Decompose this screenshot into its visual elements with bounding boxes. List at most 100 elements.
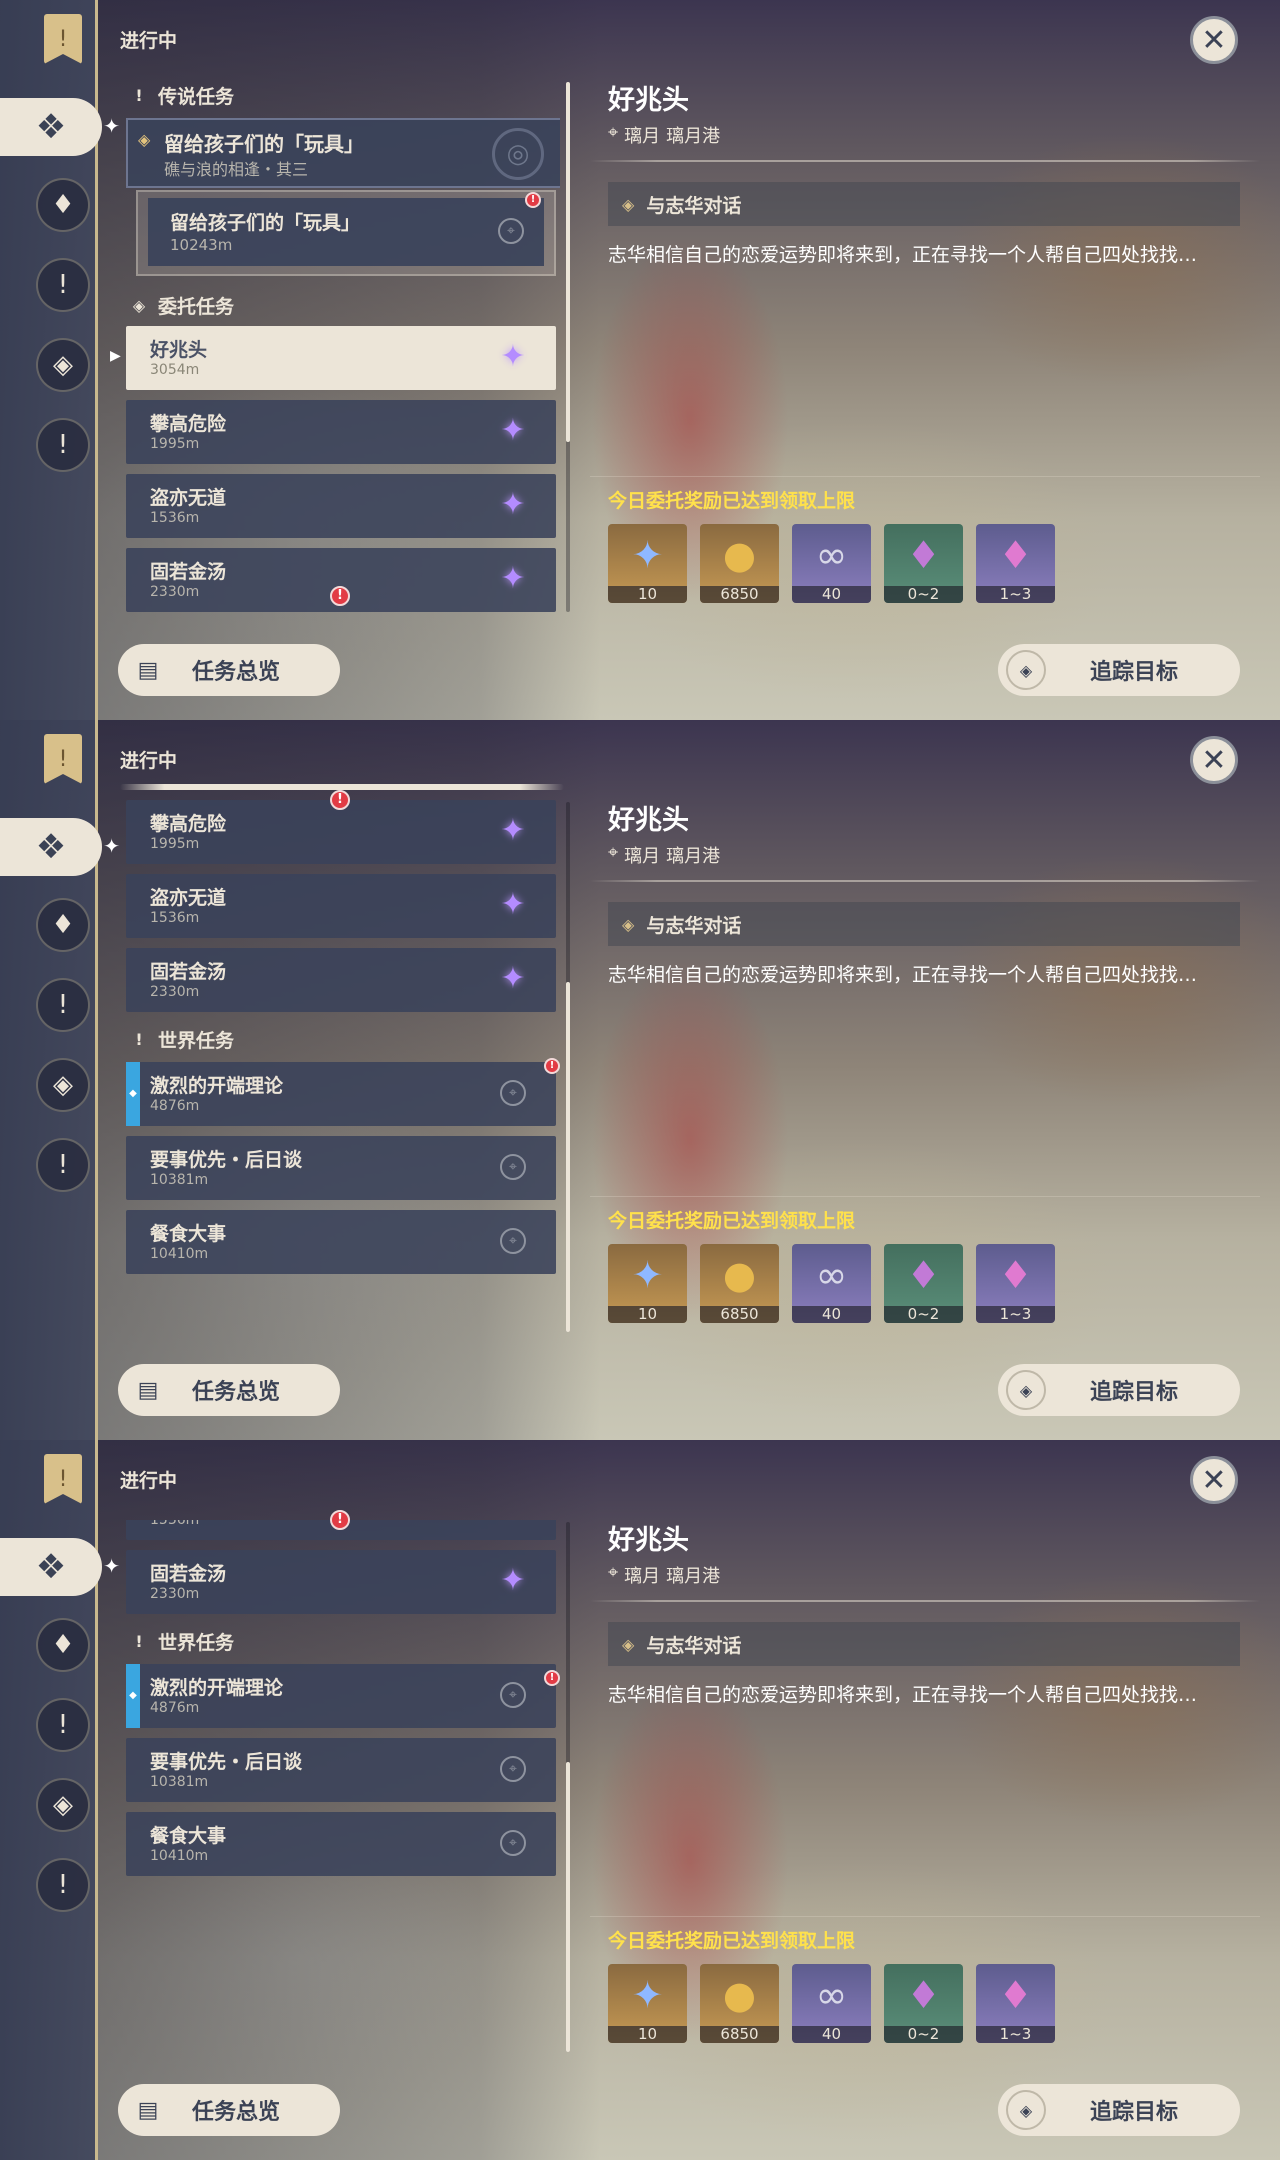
step-inner: 留给孩子们的「玩具」 10243m ⌖ bbox=[148, 198, 544, 266]
list-scrollbar[interactable] bbox=[566, 1522, 570, 2052]
world-quest-diamond-icon[interactable]: ◈ bbox=[36, 1058, 90, 1112]
reward-item[interactable]: ∞ 40 bbox=[792, 524, 871, 603]
world-quest-row[interactable]: 餐食大事 10410m ⌖ bbox=[126, 1210, 556, 1274]
world-quest-row[interactable]: 要事优先・后日谈 10381m ⌖ bbox=[126, 1738, 556, 1802]
map-pin-icon[interactable]: ⌖ bbox=[500, 1228, 526, 1254]
sparkle-icon: ✦ bbox=[103, 1554, 120, 1578]
quest-list[interactable]: ! 传说任务 ◈ 留给孩子们的「玩具」 礁与浪的相逢・其三 ◎ 留给孩子们的「玩具… bbox=[120, 80, 560, 615]
reward-count: 40 bbox=[792, 586, 871, 603]
quest-book-icon[interactable]: ! bbox=[44, 1454, 82, 1504]
quest-book-icon[interactable]: ! bbox=[44, 734, 82, 784]
world-quest-row-tracked[interactable]: ◆ 激烈的开端理论 4876m ⌖ bbox=[126, 1062, 556, 1126]
quest-location: ⌖ 璃月 璃月港 bbox=[608, 122, 720, 148]
close-button[interactable]: ✕ bbox=[1190, 1456, 1238, 1504]
list-scrollbar[interactable] bbox=[566, 82, 570, 612]
map-pin-icon[interactable]: ⌖ bbox=[500, 1080, 526, 1106]
sidebar: ! ❖ ✦ ♦ ! ◈ ! bbox=[0, 720, 120, 1440]
quest-overview-button[interactable]: ▤ 任务总览 bbox=[118, 644, 340, 696]
map-pin-icon[interactable]: ⌖ bbox=[498, 218, 524, 244]
quest-title: 要事优先・后日谈 bbox=[150, 1149, 303, 1171]
world-quest-icon[interactable]: ! bbox=[36, 418, 90, 472]
button-label: 追踪目标 bbox=[1090, 660, 1179, 685]
reward-item[interactable]: ∞ 40 bbox=[792, 1964, 871, 2043]
commission-row[interactable]: 盗亦无道 1536m ✦ bbox=[126, 474, 556, 538]
map-pin-icon[interactable]: ⌖ bbox=[500, 1756, 526, 1782]
commission-row[interactable]: 固若金汤 2330m ✦ bbox=[126, 1550, 556, 1614]
commission-quest-icon[interactable]: ❖ ✦ bbox=[0, 1538, 120, 1596]
world-quest-icon[interactable]: ! bbox=[36, 1138, 90, 1192]
world-quest-icon[interactable]: ! bbox=[36, 1858, 90, 1912]
scroll-thumb[interactable] bbox=[566, 82, 570, 442]
reward-item[interactable]: ♦ 1~3 bbox=[976, 1964, 1055, 2043]
commission-row[interactable]: 盗亦无道 1536m ✦ bbox=[126, 874, 556, 938]
reward-item[interactable]: ♦ 0~2 bbox=[884, 1244, 963, 1323]
track-target-button[interactable]: ◈ 追踪目标 bbox=[998, 2084, 1240, 2136]
reward-item[interactable]: ✦ 10 bbox=[608, 1964, 687, 2043]
commission-row[interactable]: 固若金汤 2330m ✦ bbox=[126, 948, 556, 1012]
quest-title: 餐食大事 bbox=[150, 1223, 227, 1245]
location-area: 璃月港 bbox=[666, 846, 721, 867]
reward-item[interactable]: ♦ 1~3 bbox=[976, 1244, 1055, 1323]
scroll-thumb[interactable] bbox=[566, 982, 570, 1332]
world-quest-row[interactable]: 要事优先・后日谈 10381m ⌖ bbox=[126, 1136, 556, 1200]
status-subtitle: 进行中 bbox=[120, 750, 178, 772]
quest-book-icon[interactable]: ! bbox=[44, 14, 82, 64]
legend-quest-row[interactable]: ◈ 留给孩子们的「玩具」 礁与浪的相逢・其三 ◎ bbox=[126, 118, 560, 188]
scroll-top-indicator bbox=[120, 784, 564, 790]
scroll-thumb[interactable] bbox=[566, 1762, 570, 2052]
quest-panel-2: ! ❖ ✦ ♦ ! ◈ ! 进行中 ✕ 攀高危险 1995m ✦ 盗亦无道 153… bbox=[0, 720, 1280, 1440]
reward-item[interactable]: ∞ 40 bbox=[792, 1244, 871, 1323]
track-target-button[interactable]: ◈ 追踪目标 bbox=[998, 1364, 1240, 1416]
quest-list[interactable]: 攀高危险 1995m ✦ 盗亦无道 1536m ✦ 固若金汤 2330m ✦ !… bbox=[120, 800, 560, 1335]
story-quest-icon[interactable]: ! bbox=[36, 1698, 90, 1752]
commission-gem-icon: ✦ bbox=[496, 1520, 530, 1524]
archon-quest-icon[interactable]: ♦ bbox=[36, 898, 90, 952]
quest-distance: 3054m bbox=[150, 362, 200, 378]
quest-title: 固若金汤 bbox=[150, 961, 227, 983]
reward-item[interactable]: ● 6850 bbox=[700, 1964, 779, 2043]
section-legend: ! 传说任务 bbox=[130, 80, 234, 110]
world-quest-diamond-icon[interactable]: ◈ bbox=[36, 338, 90, 392]
archon-quest-icon[interactable]: ♦ bbox=[36, 178, 90, 232]
commission-quest-icon[interactable]: ❖ ✦ bbox=[0, 818, 120, 876]
objective-diamond-icon: ◈ bbox=[622, 914, 635, 934]
location-region: 璃月 bbox=[624, 846, 661, 867]
reward-item[interactable]: ♦ 0~2 bbox=[884, 524, 963, 603]
quest-list[interactable]: 盗亦无道 1536m ✦ 固若金汤 2330m ✦ !世界任务 ◆ 激烈的开端理… bbox=[120, 1520, 560, 2055]
quest-overview-button[interactable]: ▤ 任务总览 bbox=[118, 2084, 340, 2136]
commission-quest-icon[interactable]: ❖ ✦ bbox=[0, 98, 120, 156]
world-quest-row-tracked[interactable]: ◆ 激烈的开端理论 4876m ⌖ bbox=[126, 1664, 556, 1728]
track-target-button[interactable]: ◈ 追踪目标 bbox=[998, 644, 1240, 696]
reward-count: 0~2 bbox=[884, 586, 963, 603]
reward-item[interactable]: ✦ 10 bbox=[608, 1244, 687, 1323]
quest-detail-title: 好兆头 bbox=[608, 85, 689, 116]
list-scrollbar[interactable] bbox=[566, 802, 570, 1332]
map-pin-icon[interactable]: ⌖ bbox=[500, 1154, 526, 1180]
reward-item[interactable]: ♦ 1~3 bbox=[976, 524, 1055, 603]
legend-step-row[interactable]: 留给孩子们的「玩具」 10243m ⌖ bbox=[136, 190, 556, 276]
commission-row[interactable]: 攀高危险 1995m ✦ bbox=[126, 400, 556, 464]
story-quest-icon[interactable]: ! bbox=[36, 258, 90, 312]
objective-text: 与志华对话 bbox=[646, 1634, 742, 1657]
quest-title: 盗亦无道 bbox=[150, 887, 227, 909]
quest-panel-3: ! ❖✦ ♦ ! ◈ ! 进行中 ✕ 盗亦无道 1536m ✦ 固若金汤 233… bbox=[0, 1440, 1280, 2160]
reward-item[interactable]: ♦ 0~2 bbox=[884, 1964, 963, 2043]
section-commission: ◈ 委托任务 bbox=[130, 290, 234, 320]
close-button[interactable]: ✕ bbox=[1190, 736, 1238, 784]
reward-item[interactable]: ✦ 10 bbox=[608, 524, 687, 603]
reward-item[interactable]: ● 6850 bbox=[700, 524, 779, 603]
archon-quest-icon[interactable]: ♦ bbox=[36, 1618, 90, 1672]
close-button[interactable]: ✕ bbox=[1190, 16, 1238, 64]
quest-title: 固若金汤 bbox=[150, 561, 227, 583]
commission-row-selected[interactable]: 好兆头 3054m ✦ bbox=[126, 326, 556, 390]
map-pin-icon[interactable]: ⌖ bbox=[500, 1830, 526, 1856]
quest-distance: 10410m bbox=[150, 1848, 209, 1864]
world-quest-row[interactable]: 餐食大事 10410m ⌖ bbox=[126, 1812, 556, 1876]
world-quest-diamond-icon[interactable]: ◈ bbox=[36, 1778, 90, 1832]
reward-count: 6850 bbox=[700, 586, 779, 603]
button-label: 追踪目标 bbox=[1090, 1380, 1179, 1405]
quest-overview-button[interactable]: ▤ 任务总览 bbox=[118, 1364, 340, 1416]
story-quest-icon[interactable]: ! bbox=[36, 978, 90, 1032]
map-pin-icon[interactable]: ⌖ bbox=[500, 1682, 526, 1708]
reward-item[interactable]: ● 6850 bbox=[700, 1244, 779, 1323]
